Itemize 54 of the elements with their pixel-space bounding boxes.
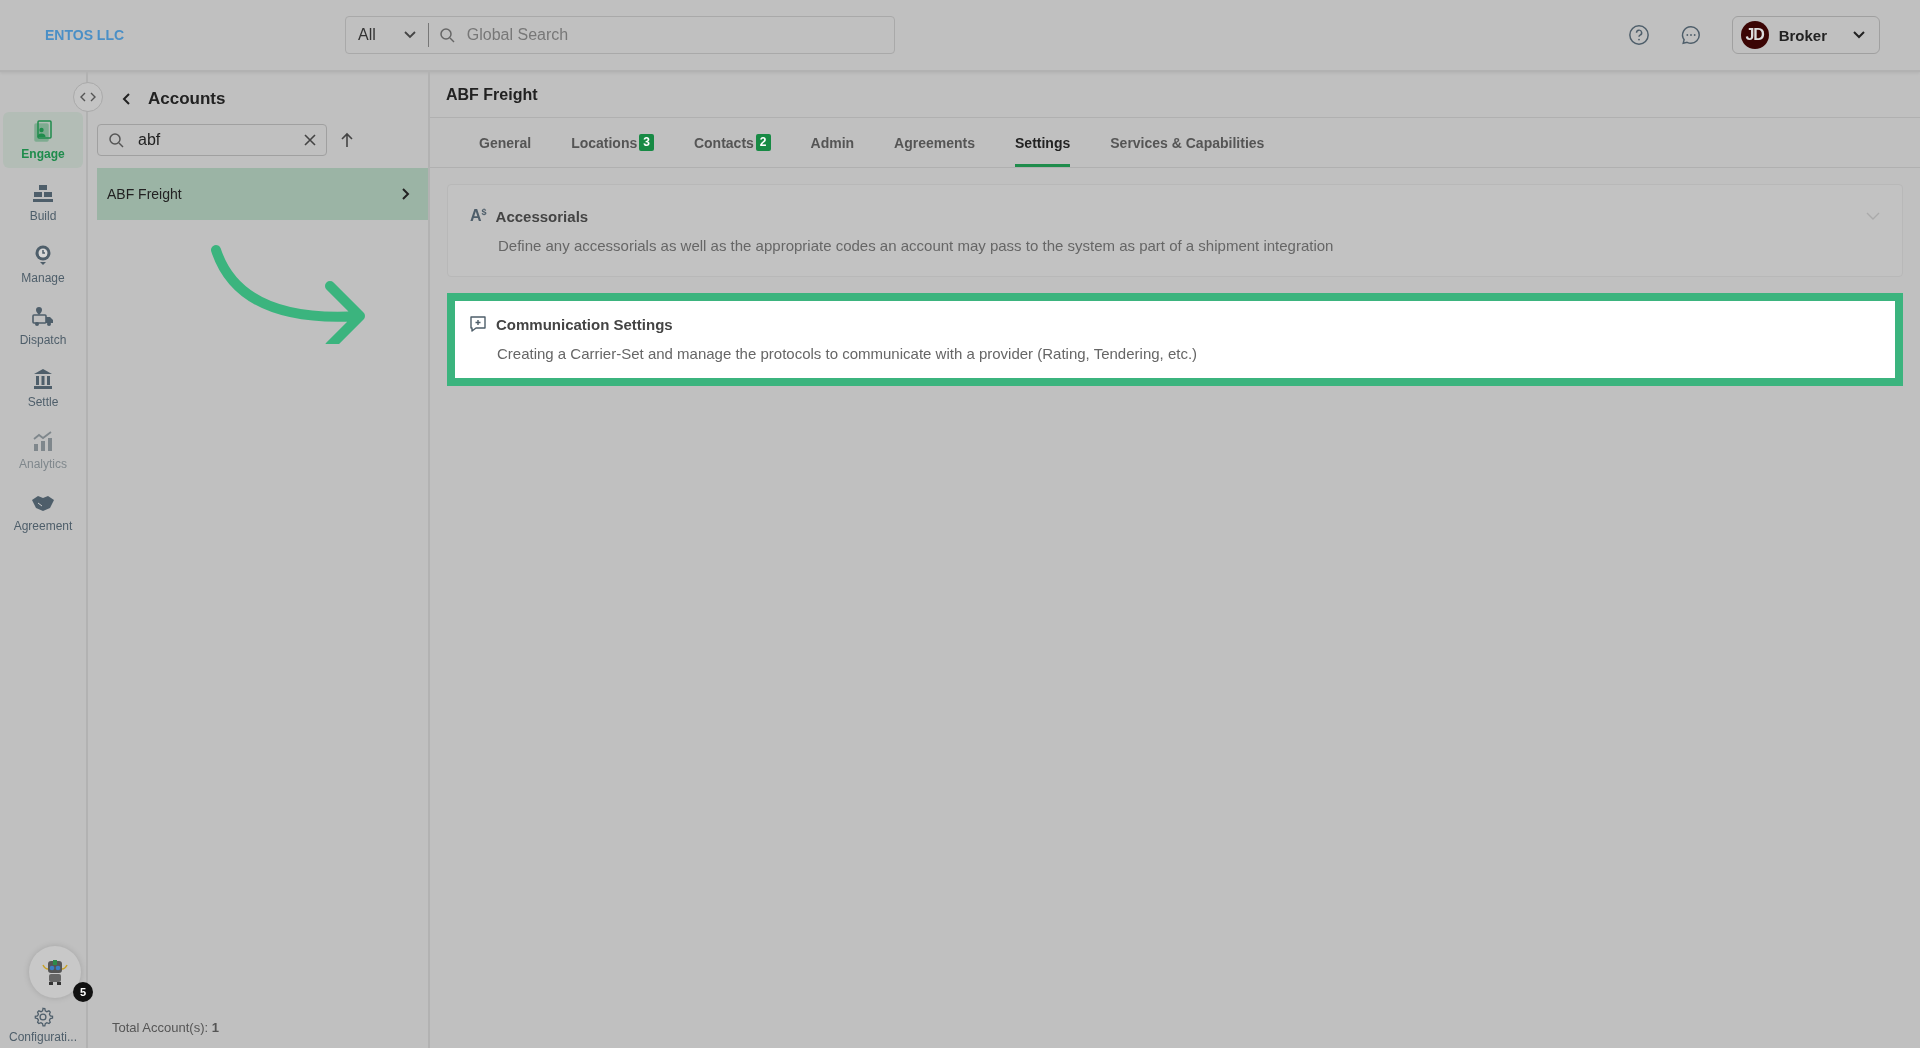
nav-item[interactable]: Settle xyxy=(3,360,83,416)
clear-icon[interactable] xyxy=(304,134,316,146)
account-search-field[interactable]: abf xyxy=(97,124,327,156)
nav-item[interactable]: Build xyxy=(3,174,83,230)
nav-item[interactable]: Configurati... xyxy=(3,1006,83,1044)
chevron-down-icon xyxy=(403,31,416,39)
nav-item[interactable]: Manage xyxy=(3,236,83,292)
truck-icon xyxy=(31,305,55,329)
search-icon xyxy=(108,132,124,148)
user-avatar: JD xyxy=(1740,21,1769,49)
nav-item[interactable]: Agreement xyxy=(3,484,83,540)
user-role: Broker xyxy=(1778,26,1827,44)
chat-plus-icon xyxy=(469,315,487,334)
tab[interactable]: Contacts 2 xyxy=(693,118,771,167)
notification-badge: 5 xyxy=(73,982,93,1002)
settings-card[interactable]: Communication Settings Creating a Carrier-Set and manage the protocols to communicate with a provider (Rating, Tendering, etc.) xyxy=(447,293,1903,387)
panel-title: Accounts xyxy=(148,89,226,109)
search-icon xyxy=(438,27,455,43)
code-brackets-icon xyxy=(80,92,96,102)
global-search-field[interactable]: All Global Search xyxy=(345,16,895,54)
tab[interactable]: Locations 3 xyxy=(571,118,654,167)
card-title: Accessorials xyxy=(495,207,589,225)
total-count: Total Account(s): 1 xyxy=(111,1020,220,1037)
account-list-item[interactable]: ABF Freight xyxy=(97,168,428,220)
page-title: ABF Freight xyxy=(430,72,1920,118)
contact-cards-icon xyxy=(31,119,55,143)
card-description: Define any accessorials as well as the appropriate codes an account may pass to the system as part of a shipment integration xyxy=(498,237,1335,255)
tab[interactable]: Admin xyxy=(810,118,855,167)
card-description: Creating a Carrier-Set and manage the protocols to communicate with a provider (Rating, Tendering, etc.) xyxy=(497,345,1199,363)
bank-icon xyxy=(31,367,55,391)
user-menu[interactable]: JD Broker xyxy=(1731,16,1880,54)
gear-icon xyxy=(32,1006,54,1028)
help-icon[interactable] xyxy=(1627,24,1650,46)
scope-dropdown[interactable]: All xyxy=(358,23,429,47)
back-icon[interactable] xyxy=(122,93,130,105)
accessorial-icon: A$^{$}$ xyxy=(470,207,487,226)
tab[interactable]: General xyxy=(479,118,532,167)
tab[interactable]: Agreements xyxy=(894,118,976,167)
chevron-down-icon xyxy=(1853,31,1865,39)
chart-icon xyxy=(31,429,55,453)
sort-arrow-icon[interactable] xyxy=(341,132,353,148)
settings-card[interactable]: A$^{$}$ Accessorials Define any accessorials as well as the appropriate codes an account may pass to the system as part of a shipment integration xyxy=(447,184,1903,278)
search-input[interactable]: abf xyxy=(136,130,292,150)
chevron-down-icon xyxy=(1866,212,1880,221)
collapse-toggle[interactable] xyxy=(73,82,103,112)
robot-icon xyxy=(40,957,70,987)
chat-icon[interactable] xyxy=(1679,24,1702,46)
tab[interactable]: Services & Capabilities xyxy=(1110,118,1265,167)
chevron-right-icon xyxy=(402,188,410,200)
nav-item[interactable]: Engage xyxy=(3,112,83,168)
assistant-avatar[interactable] xyxy=(29,946,81,998)
card-title: Communication Settings xyxy=(496,315,673,333)
nav-item[interactable]: Dispatch xyxy=(3,298,83,354)
tab[interactable]: Settings xyxy=(1015,118,1071,167)
